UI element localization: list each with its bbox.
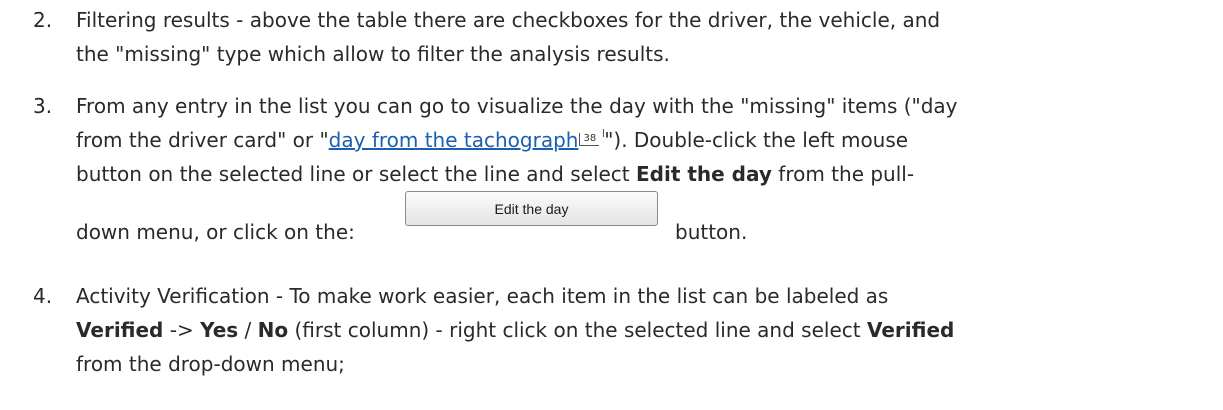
text-run: / xyxy=(238,318,258,342)
paragraph-line: from the driver card" or "day from the t… xyxy=(76,123,908,157)
edit-the-day-button[interactable]: Edit the day xyxy=(405,191,658,226)
bold-text: Yes xyxy=(200,318,239,342)
text-run: down menu, or click on the: xyxy=(76,220,355,244)
bold-text: Verified xyxy=(866,318,955,342)
text-run: button on the selected line or select th… xyxy=(76,162,636,186)
paragraph-line: the "missing" type which allow to filter… xyxy=(76,42,670,66)
paragraph-line: Activity Verification - To make work eas… xyxy=(76,284,889,308)
paragraph-line: down menu, or click on the: Edit the day… xyxy=(76,191,1176,255)
paragraph-line: Verified -> Yes / No (first column) - ri… xyxy=(76,313,954,347)
paragraph-line: button on the selected line or select th… xyxy=(76,157,914,191)
text-run: from the pull- xyxy=(771,162,915,186)
text-run: "). Double-click the left mouse xyxy=(604,128,909,152)
bold-text: No xyxy=(257,318,289,342)
text-run: (first column) - right click on the sele… xyxy=(288,318,867,342)
bold-text: Edit the day xyxy=(636,162,772,186)
text-run: button. xyxy=(675,220,748,244)
paragraph-line: From any entry in the list you can go to… xyxy=(76,94,958,118)
list-number: 2. xyxy=(33,8,53,32)
text-run: -> xyxy=(163,318,201,342)
list-item-visualize-day: 3. From any entry in the list you can go… xyxy=(0,89,1223,269)
tachograph-day-link[interactable]: day from the tachograph xyxy=(329,128,579,152)
list-number: 3. xyxy=(33,94,53,118)
list-item-activity-verification: 4. Activity Verification - To make work … xyxy=(0,279,1223,389)
paragraph-line: Filtering results - above the table ther… xyxy=(76,8,941,32)
list-item-filtering: 2. Filtering results - above the table t… xyxy=(0,3,1223,79)
list-number: 4. xyxy=(33,284,53,308)
page-reference-badge[interactable]: 38 xyxy=(579,133,600,146)
text-run: from the driver card" or " xyxy=(76,128,329,152)
paragraph-line: from the drop-down menu; xyxy=(76,352,345,376)
bold-text: Verified xyxy=(76,318,164,342)
